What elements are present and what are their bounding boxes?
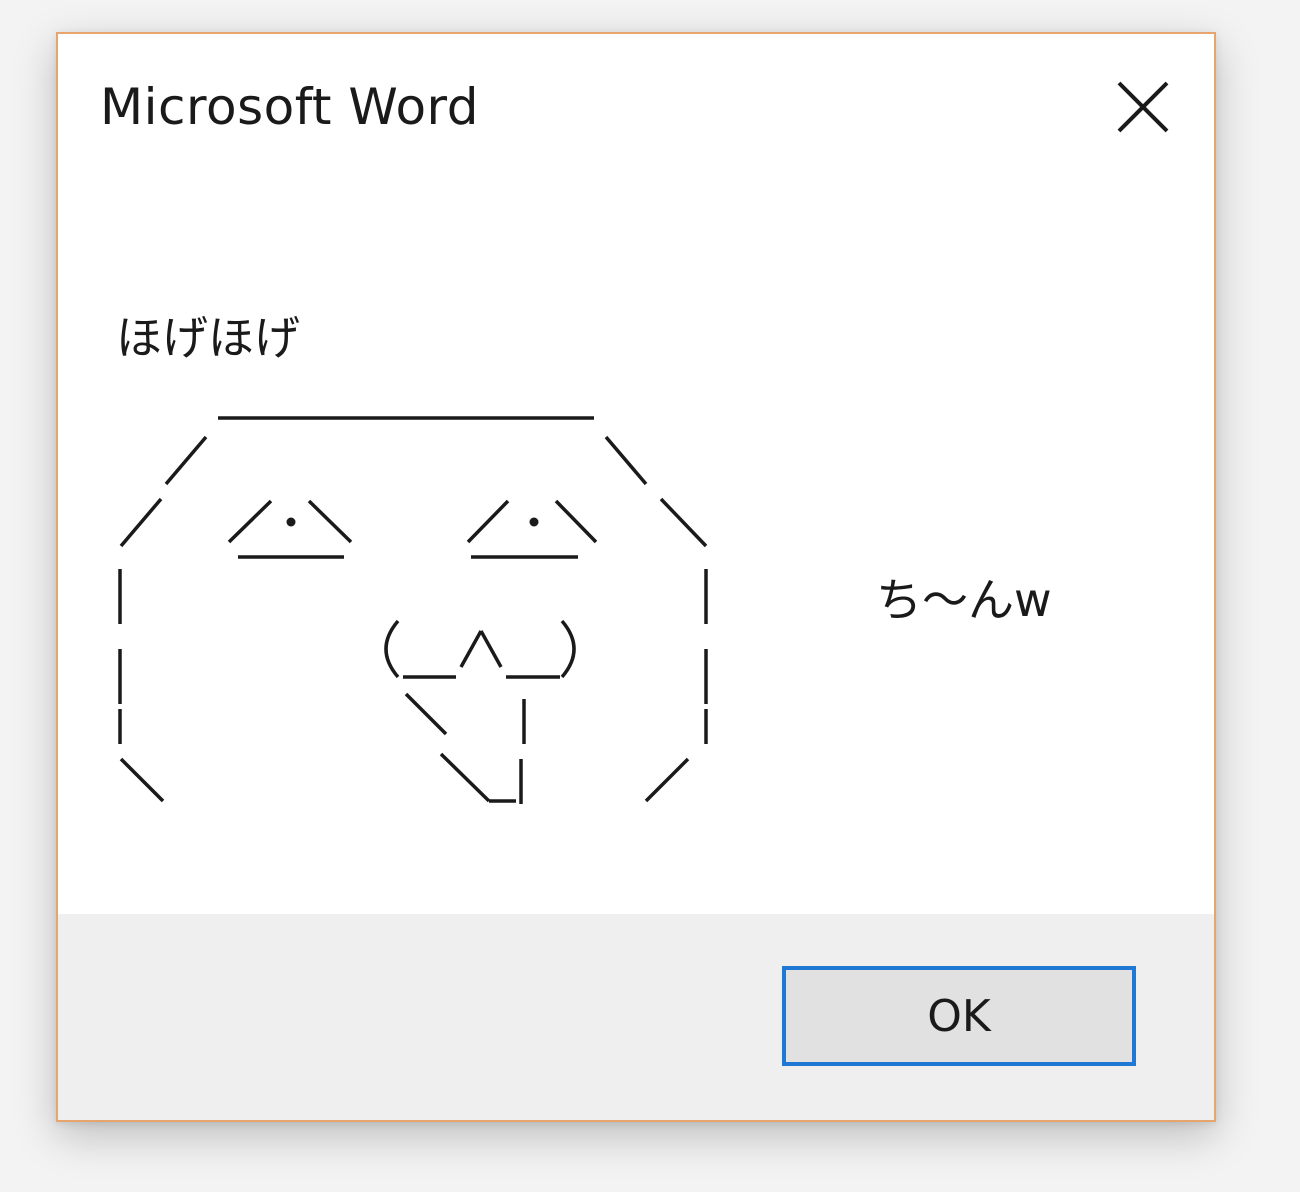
ascii-art-face <box>116 409 716 819</box>
ok-button[interactable]: OK <box>782 966 1136 1066</box>
message-side-text: ち〜んw <box>876 573 1052 627</box>
dialog-title: Microsoft Word <box>100 78 479 136</box>
eye-dots <box>286 517 539 527</box>
dialog-footer: OK <box>58 914 1214 1120</box>
close-button[interactable] <box>1088 62 1198 152</box>
message-heading: ほげほげ <box>116 311 300 365</box>
message-box-dialog: Microsoft Word ほげほげ ち〜んw OK <box>56 32 1216 1122</box>
